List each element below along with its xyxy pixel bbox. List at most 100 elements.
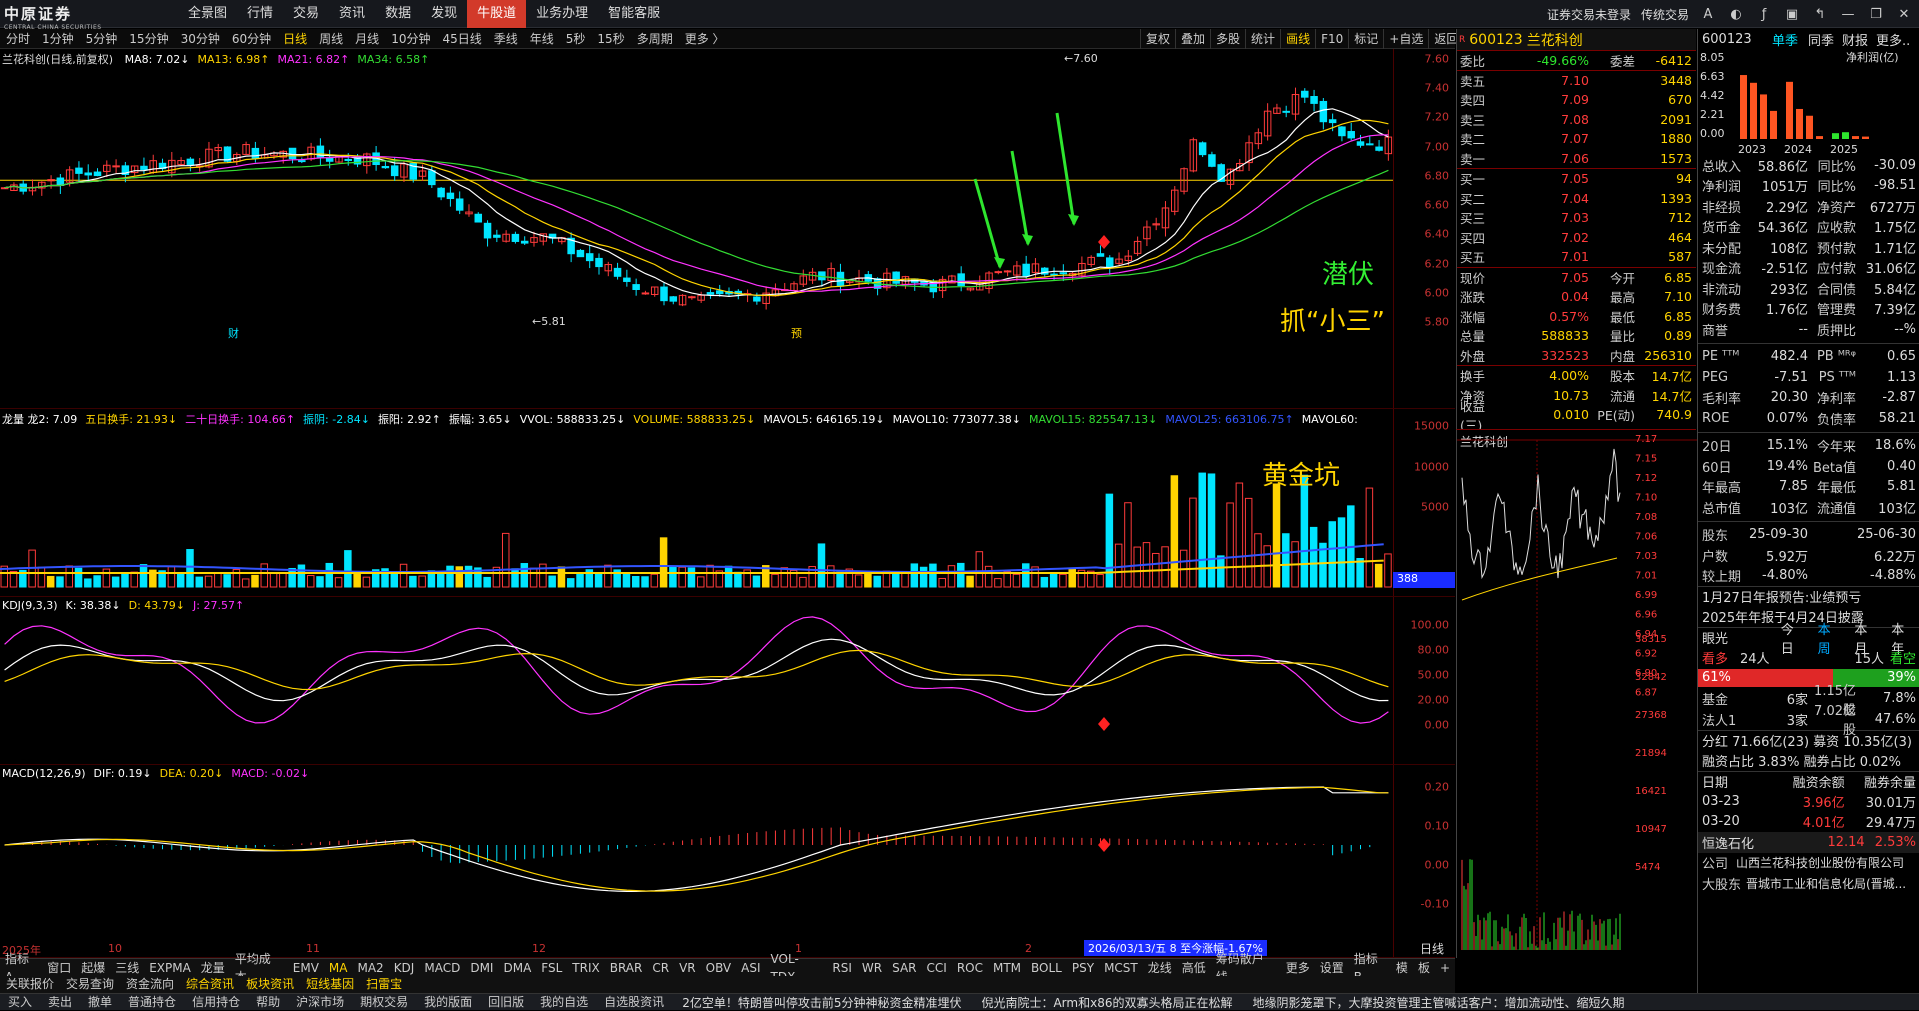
indicator-tab-34[interactable]: 更多 (1281, 959, 1315, 977)
function-tab-1[interactable]: 交易查询 (60, 976, 120, 993)
chart-tool-7[interactable]: +自选 (1383, 29, 1428, 49)
trade-button-8[interactable]: 我的版面 (416, 994, 480, 1011)
period-12[interactable]: 年线 (524, 29, 560, 49)
period-13[interactable]: 5秒 (560, 29, 592, 49)
chart-tool-1[interactable]: 叠加 (1175, 29, 1210, 49)
news-headline-2[interactable]: 地缘阴影笼罩下，大摩投资管理主管喊话客户：增加流动性、缩短久期 (1242, 994, 1634, 1011)
indicator-tab-38[interactable]: 板 (1413, 959, 1435, 977)
menu-item-8[interactable]: 智能客服 (598, 0, 670, 28)
intraday-mini-chart[interactable]: 兰花科创 7.17 7.15 7.12 7.10 7.08 7.06 7.03 7.01 6.9… (1456, 429, 1697, 959)
trade-button-9[interactable]: 回旧版 (480, 994, 532, 1011)
indicator-tab-7[interactable]: EMV (288, 959, 324, 977)
fin-tab-report[interactable]: 财报 (1842, 30, 1868, 49)
indicator-tab-10[interactable]: KDJ (389, 959, 420, 977)
news-headline-0[interactable]: 2亿空单！特朗普叫停攻击前5分钟神秘资金精准埋伏 (672, 994, 971, 1011)
order-row[interactable]: 卖四 7.09 670 (1457, 90, 1696, 110)
function-tab-4[interactable]: 板块资讯 (240, 976, 300, 993)
period-14[interactable]: 15秒 (591, 29, 630, 49)
menu-item-5[interactable]: 发现 (421, 0, 467, 28)
indicator-tab-17[interactable]: CR (647, 959, 674, 977)
period-2[interactable]: 5分钟 (80, 29, 124, 49)
trade-login-status[interactable]: 证券交易未登录 (1547, 6, 1631, 23)
font-size-icon[interactable]: A (1699, 7, 1717, 22)
trade-button-2[interactable]: 撤单 (80, 994, 120, 1011)
indicator-tab-37[interactable]: 模 (1391, 959, 1413, 977)
menu-item-4[interactable]: 数据 (375, 0, 421, 28)
menu-item-0[interactable]: 全景图 (178, 0, 237, 28)
trade-button-0[interactable]: 买入 (0, 994, 40, 1011)
news-headline-1[interactable]: 倪光南院士：Arm和x86的双寡头格局正在松解 (971, 994, 1242, 1011)
chart-tool-0[interactable]: 复权 (1140, 29, 1175, 49)
indicator-tab-35[interactable]: 设置 (1315, 959, 1349, 977)
back-icon[interactable]: ↰ (1811, 7, 1829, 22)
period-16[interactable]: 更多 〉 (679, 29, 731, 49)
period-6[interactable]: 日线 (277, 29, 313, 49)
menu-item-1[interactable]: 行情 (237, 0, 283, 28)
close-icon[interactable]: ✕ (1895, 7, 1913, 22)
trade-button-6[interactable]: 沪深市场 (288, 994, 352, 1011)
chart-tool-2[interactable]: 多股 (1210, 29, 1245, 49)
volume-panel[interactable]: 龙量 龙2: 7.09 五日换手: 21.93↓ 二十日换手: 104.66↑ 振阴:… (0, 409, 1455, 597)
menu-item-6[interactable]: 牛股道 (467, 0, 527, 28)
menu-item-2[interactable]: 交易 (283, 0, 329, 28)
fin-tab-single[interactable]: 单季 (1772, 30, 1798, 49)
indicator-tab-32[interactable]: 高低 (1177, 959, 1211, 977)
period-1[interactable]: 1分钟 (36, 29, 80, 49)
chart-tool-5[interactable]: F10 (1315, 29, 1348, 49)
indicator-tab-31[interactable]: 龙线 (1143, 959, 1177, 977)
peer-row[interactable]: 恒逸石化 12.14 2.53% (1698, 832, 1919, 853)
indicator-tab-4[interactable]: EXPMA (144, 959, 196, 977)
indicator-tab-18[interactable]: VR (674, 959, 701, 977)
period-15[interactable]: 多周期 (631, 29, 679, 49)
indicator-tab-39[interactable]: + (1435, 959, 1455, 977)
mini-canvas[interactable]: 7.17 7.15 7.12 7.10 7.08 7.06 7.03 7.01 6.99 6.96… (1457, 430, 1697, 959)
period-11[interactable]: 季线 (488, 29, 524, 49)
period-4[interactable]: 30分钟 (175, 29, 226, 49)
stock-code[interactable]: 600123 (1469, 32, 1522, 48)
order-row[interactable]: 卖二 7.07 1880 (1457, 129, 1696, 149)
indicator-tab-24[interactable]: SAR (887, 959, 921, 977)
chart-tool-3[interactable]: 统计 (1245, 29, 1280, 49)
kdj-panel[interactable]: KDJ(9,3,3) K: 38.38↓ D: 43.79↓ J: 27.57↑ 10… (0, 597, 1455, 765)
indicator-tab-23[interactable]: WR (857, 959, 887, 977)
macd-canvas[interactable] (0, 765, 1393, 958)
kdj-canvas[interactable] (0, 597, 1393, 765)
minimize-icon[interactable]: — (1839, 7, 1857, 22)
function-tab-2[interactable]: 资金流向 (120, 976, 180, 993)
order-row[interactable]: 买二 7.04 1393 (1457, 189, 1696, 209)
kline-panel[interactable]: 兰花科创(日线,前复权) MA8: 7.02↓ MA13: 6.98↑ MA21: … (0, 49, 1455, 409)
indicator-tab-30[interactable]: MCST (1099, 959, 1143, 977)
trade-button-11[interactable]: 自选股资讯 (596, 994, 672, 1011)
indicator-tab-22[interactable]: RSI (827, 959, 857, 977)
shirt-icon[interactable]: ▣ (1783, 7, 1801, 22)
indicator-tab-19[interactable]: OBV (701, 959, 737, 977)
menu-item-7[interactable]: 业务办理 (526, 0, 598, 28)
trade-button-1[interactable]: 卖出 (40, 994, 80, 1011)
order-row[interactable]: 卖一 7.06 1573 (1457, 149, 1696, 169)
indicator-tab-9[interactable]: MA2 (352, 959, 388, 977)
period-9[interactable]: 10分钟 (385, 29, 436, 49)
function-icon[interactable]: ƒ (1755, 7, 1773, 22)
indicator-tab-3[interactable]: 三线 (110, 959, 144, 977)
indicator-tab-16[interactable]: BRAR (605, 959, 648, 977)
indicator-tab-25[interactable]: CCI (922, 959, 952, 977)
indicator-tab-13[interactable]: DMA (498, 959, 536, 977)
kline-canvas[interactable]: ←7.60 ←5.81 财 预 (0, 49, 1393, 409)
period-10[interactable]: 45日线 (436, 29, 487, 49)
chart-tool-4[interactable]: 画线 (1280, 29, 1315, 49)
traditional-trade-link[interactable]: 传统交易 (1641, 6, 1689, 23)
fin-tab-more[interactable]: 更多.. (1876, 30, 1910, 49)
fin-tab-same[interactable]: 同季 (1808, 30, 1834, 49)
period-0[interactable]: 分时 (0, 29, 36, 49)
function-tab-3[interactable]: 综合资讯 (180, 976, 240, 993)
indicator-tab-1[interactable]: 窗口 (42, 959, 76, 977)
trade-button-7[interactable]: 期权交易 (352, 994, 416, 1011)
function-tab-6[interactable]: 扫雷宝 (360, 976, 408, 993)
macd-panel[interactable]: MACD(12,26,9) DIF: 0.19↓ DEA: 0.20↓ MACD: -… (0, 765, 1455, 958)
indicator-tab-5[interactable]: 龙量 (196, 959, 230, 977)
order-row[interactable]: 买四 7.02 464 (1457, 228, 1696, 248)
order-row[interactable]: 卖五 7.10 3448 (1457, 71, 1696, 91)
trade-button-5[interactable]: 帮助 (248, 994, 288, 1011)
indicator-tab-20[interactable]: ASI (736, 959, 765, 977)
period-7[interactable]: 周线 (313, 29, 349, 49)
